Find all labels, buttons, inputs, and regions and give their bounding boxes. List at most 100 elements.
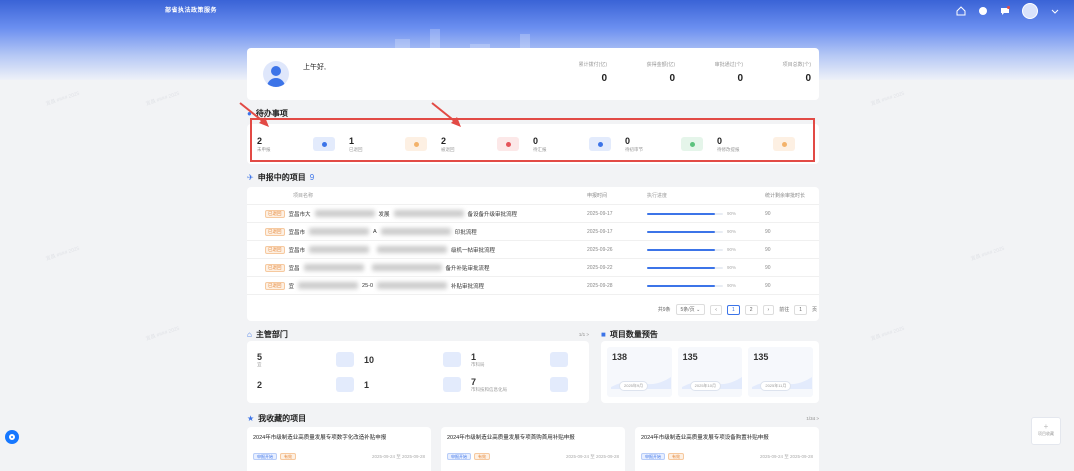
favorite-card[interactable]: 2024年市级制造业高质量发展专项数字化改造补贴申报 申报开始 有效 2025-09… — [247, 427, 431, 471]
progress-bar — [647, 284, 723, 287]
progress-bar — [647, 212, 723, 215]
next-page-button[interactable]: › — [762, 304, 775, 315]
table-row[interactable]: 已退回 宜昌市 级机一帖审批流程 2025-09-26 90% 90 — [247, 241, 819, 259]
pager-total: 共9条 — [657, 307, 671, 313]
project-name[interactable]: 宜昌市 — [289, 228, 306, 236]
favorite-meta: 申报开始 有效 2025-09-24 至 2025-09-28 — [641, 453, 813, 460]
todo-title: 待办事项 — [255, 108, 288, 118]
department-icon — [443, 352, 461, 367]
projects-section-title: ✈ 申报中的项目 9 — [247, 170, 819, 184]
todo-item[interactable]: 0 待修改提报 — [717, 136, 809, 153]
stat-item: 获得金额(亿) 0 — [607, 61, 675, 84]
department-count: 1 — [471, 351, 477, 362]
favorite-title[interactable]: 2024年市级制造业高质量发展专项设备购置补贴申报 — [641, 433, 813, 441]
project-name[interactable]: 宜昌市大 — [289, 210, 311, 218]
todo-card: 2 未申报 1 已退回 2 被退回 0 待汇报 0 待初审节 0 待修改提报 — [247, 124, 819, 164]
project-name[interactable]: 宜昌 — [289, 264, 300, 272]
department-item[interactable]: 2 — [257, 372, 364, 397]
status-badge: 有效 — [280, 453, 296, 460]
assistant-float-button[interactable] — [5, 430, 19, 444]
todo-count: 0 — [625, 135, 631, 146]
stat-label: 累计拨付(亿) — [578, 62, 607, 68]
todo-item[interactable]: 2 被退回 — [441, 136, 533, 153]
favorites-pager[interactable]: 1/34 > — [806, 416, 819, 421]
todo-item[interactable]: 0 待初审节 — [625, 136, 717, 153]
stat-item: 审批通过(个) 0 — [675, 61, 743, 84]
redacted-text — [377, 246, 448, 253]
progress-percent: 90% — [727, 265, 737, 270]
table-row[interactable]: 已退回 宜 25-0 补贴审批流程 2025-09-28 90% 90 — [247, 277, 819, 295]
notification-icon[interactable] — [978, 6, 988, 16]
redacted-text — [298, 282, 359, 289]
department-item[interactable]: 10 — [364, 347, 471, 372]
department-count: 7 — [471, 376, 477, 387]
department-icon — [336, 377, 354, 392]
table-header: 项目名称 申报时间 执行进度 统计剩余审批时长 — [247, 187, 819, 205]
page-size-select[interactable]: 5条/页 ⌄ — [675, 304, 706, 315]
chevron-down-icon[interactable] — [1050, 6, 1060, 16]
stat-value: 0 — [805, 73, 811, 84]
department-item[interactable]: 1 — [364, 372, 471, 397]
status-badge: 已退回 — [265, 245, 285, 254]
table-row[interactable]: 已退回 宜昌 备升补贴审批流程 2025-09-22 90% 90 — [247, 259, 819, 277]
avatar — [263, 61, 289, 87]
project-name[interactable]: 宜 — [289, 282, 295, 290]
app-title: 部省执法政策服务 — [165, 8, 218, 14]
submit-date: 2025-09-22 — [587, 264, 613, 271]
forecast-label: 2025年11月 — [760, 381, 792, 391]
dept-pager[interactable]: 1/1 > — [579, 332, 589, 337]
project-name-cell: 已退回 宜昌 备升补贴审批流程 — [247, 263, 587, 272]
status-badge: 申报开始 — [253, 453, 277, 460]
stat-label: 获得金额(亿) — [646, 62, 675, 68]
user-avatar[interactable] — [1022, 3, 1038, 19]
status-badge: 有效 — [668, 453, 684, 460]
project-name-cell: 已退回 宜 25-0 补贴审批流程 — [247, 281, 587, 290]
favorite-meta: 申报开始 有效 2025-09-24 至 2025-09-28 — [253, 453, 425, 460]
department-count: 1 — [364, 379, 370, 390]
project-name-part: 25-0 — [362, 282, 374, 289]
favorite-card[interactable]: 2024年市级制造业高质量发展专项首购首用补贴申报 申报开始 有效 2025-09-… — [441, 427, 625, 471]
status-badge: 已退回 — [265, 227, 285, 236]
todo-item[interactable]: 1 已退回 — [349, 136, 441, 153]
remaining-time: 90 — [765, 210, 771, 217]
watermark: 宜昌 #### 2025 — [870, 90, 906, 108]
redacted-text — [371, 264, 442, 271]
todo-item[interactable]: 0 待汇报 — [533, 136, 625, 153]
stat-value: 0 — [669, 73, 675, 84]
favorite-title[interactable]: 2024年市级制造业高质量发展专项数字化改造补贴申报 — [253, 433, 425, 441]
watermark: 宜昌 #### 2025 — [45, 90, 81, 108]
department-text: 2 — [257, 380, 262, 390]
home-icon[interactable] — [956, 6, 966, 16]
favorite-card[interactable]: 2024年市级制造业高质量发展专项设备购置补贴申报 申报开始 有效 2025-09-… — [635, 427, 819, 471]
page-button[interactable]: 1 — [726, 304, 740, 315]
department-item[interactable]: 1 市科局 — [471, 347, 578, 372]
projects-table: 项目名称 申报时间 执行进度 统计剩余审批时长 已退回 宜昌市大 发展 备设备升… — [247, 187, 819, 321]
progress-percent: 90% — [727, 247, 737, 252]
submit-date: 2025-09-28 — [587, 282, 613, 289]
favorite-date: 2025-09-24 至 2025-09-28 — [371, 453, 425, 459]
page-button[interactable]: 2 — [744, 304, 758, 315]
forecast-section-title: ■ 项目数量预告 — [601, 327, 819, 341]
forecast-section: ■ 项目数量预告 138 2025年9月 135 2025年10月 135 2025年11… — [601, 327, 819, 403]
progress-cell: 90% — [647, 265, 765, 270]
forecast-item: 138 2025年9月 — [607, 347, 672, 397]
projects-count: 9 — [309, 172, 315, 182]
prev-page-button[interactable]: ‹ — [710, 304, 722, 315]
goto-page-input[interactable]: 1 — [794, 304, 807, 315]
favorite-title[interactable]: 2024年市级制造业高质量发展专项首购首用补贴申报 — [447, 433, 619, 441]
greeting-text: 上午好, — [303, 64, 326, 71]
table-row[interactable]: 已退回 宜昌市 A 印批流程 2025-09-17 90% 90 — [247, 223, 819, 241]
favorite-float-button[interactable]: + 项目收藏 — [1031, 417, 1061, 445]
favorite-date: 2025-09-24 至 2025-09-28 — [759, 453, 813, 459]
column-header: 执行进度 — [647, 193, 668, 199]
progress-cell: 90% — [647, 283, 765, 288]
todo-label: 待修改提报 — [717, 146, 740, 152]
table-row[interactable]: 已退回 宜昌市大 发展 备设备升级审批流程 2025-09-17 90% 90 — [247, 205, 819, 223]
department-item[interactable]: 7 市科技和信息化局 — [471, 372, 578, 397]
todo-icon — [405, 137, 427, 151]
project-name[interactable]: 宜昌市 — [289, 246, 306, 254]
department-text: 7 市科技和信息化局 — [471, 377, 507, 393]
department-item[interactable]: 5宜 — [257, 347, 364, 372]
todo-item[interactable]: 2 未申报 — [257, 136, 349, 153]
message-icon[interactable] — [1000, 6, 1010, 16]
